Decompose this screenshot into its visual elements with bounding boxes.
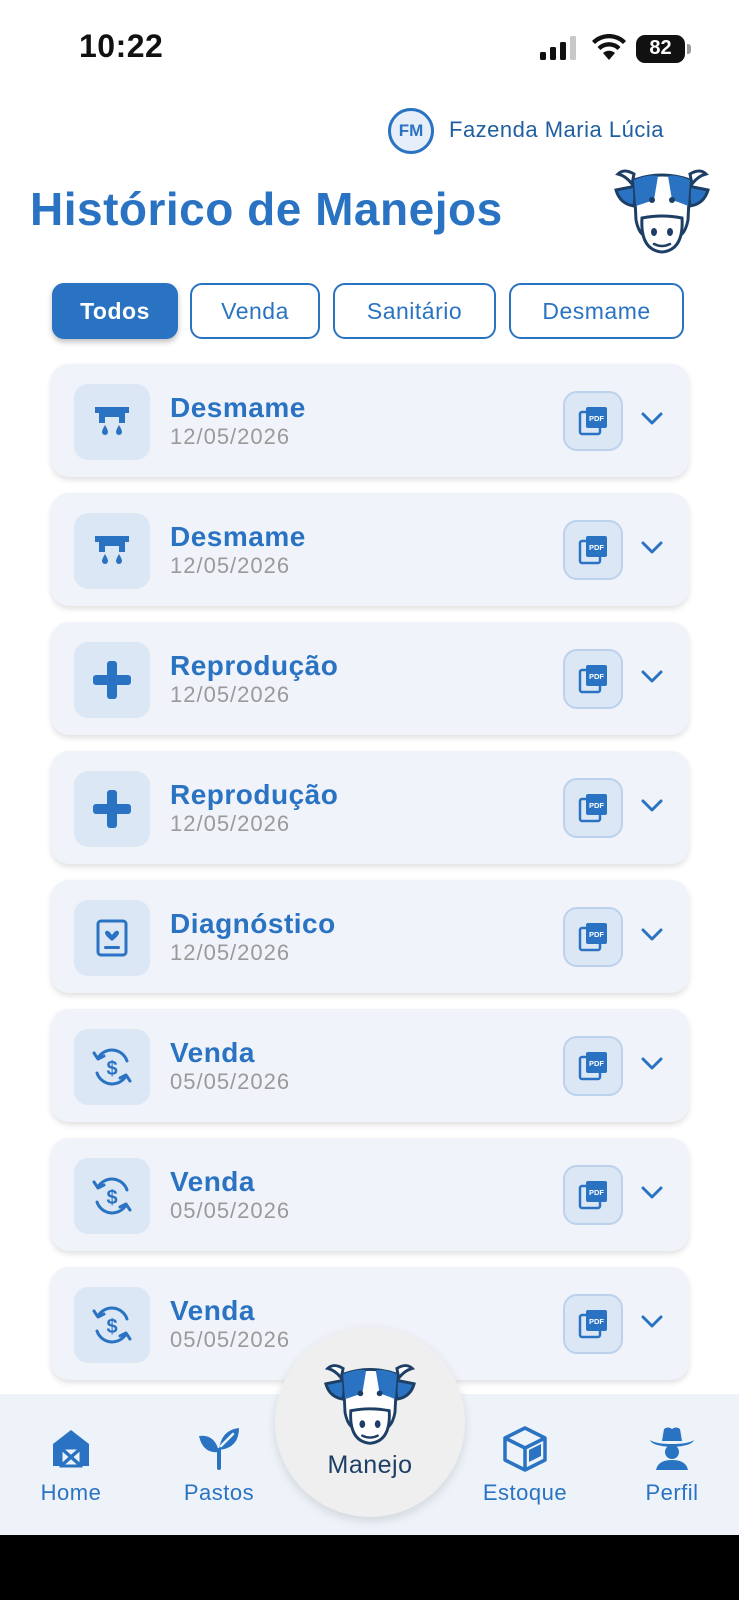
record-card[interactable]: Desmame 12/05/2026 PDF <box>51 493 689 606</box>
pdf-icon: PDF <box>578 407 607 436</box>
expand-chevron-icon[interactable] <box>637 533 667 563</box>
svg-text:$: $ <box>106 1058 117 1080</box>
nav-label-manejo: Manejo <box>327 1451 413 1479</box>
cow-head-icon <box>324 1364 416 1445</box>
expand-chevron-icon[interactable] <box>637 1178 667 1208</box>
nav-item-perfil[interactable]: Perfil <box>612 1424 732 1506</box>
record-date: 12/05/2026 <box>170 424 291 449</box>
pdf-icon: PDF <box>578 1052 607 1081</box>
record-date: 05/05/2026 <box>170 1198 291 1223</box>
record-type: Venda <box>170 1295 255 1326</box>
money-cycle-icon: $ <box>92 1306 132 1344</box>
record-card[interactable]: Reprodução 12/05/2026 PDF <box>51 751 689 864</box>
nav-item-home[interactable]: Home <box>11 1424 131 1506</box>
expand-chevron-icon[interactable] <box>637 662 667 692</box>
battery-indicator: 82 <box>636 35 691 63</box>
expand-chevron-icon[interactable] <box>637 920 667 950</box>
sprout-icon <box>199 1428 239 1470</box>
pdf-icon: PDF <box>578 1310 607 1339</box>
expand-chevron-icon[interactable] <box>637 791 667 821</box>
pdf-export-button[interactable]: PDF <box>563 1036 623 1096</box>
manejo-fab-button[interactable]: Manejo <box>275 1327 465 1517</box>
pdf-icon: PDF <box>578 923 607 952</box>
record-card[interactable]: $ Venda 05/05/2026 PDF <box>51 1138 689 1251</box>
record-type: Desmame <box>170 392 306 423</box>
filter-chip-sanitario[interactable]: Sanitário <box>333 283 496 339</box>
cowboy-profile-icon <box>650 1427 694 1470</box>
pdf-export-button[interactable]: PDF <box>563 649 623 709</box>
udder-drops-icon <box>95 407 129 435</box>
battery-level: 82 <box>649 37 672 59</box>
nav-label-estoque: Estoque <box>482 1480 568 1505</box>
svg-text:PDF: PDF <box>589 801 604 810</box>
nav-label-perfil: Perfil <box>645 1480 699 1505</box>
cellular-signal-icon <box>540 36 576 60</box>
money-cycle-icon: $ <box>92 1177 132 1215</box>
record-date: 12/05/2026 <box>170 553 291 578</box>
record-type: Diagnóstico <box>170 908 336 939</box>
plus-icon <box>93 661 131 699</box>
page-title: Histórico de Manejos <box>30 183 503 235</box>
farm-initials: FM <box>398 121 424 140</box>
svg-text:PDF: PDF <box>589 672 604 681</box>
record-type: Venda <box>170 1037 255 1068</box>
svg-text:PDF: PDF <box>589 414 604 423</box>
udder-drops-icon <box>95 536 129 564</box>
svg-text:PDF: PDF <box>589 543 604 552</box>
record-date: 12/05/2026 <box>170 682 291 707</box>
svg-text:PDF: PDF <box>589 1059 604 1068</box>
record-card[interactable]: Reprodução 12/05/2026 PDF <box>51 622 689 735</box>
svg-text:PDF: PDF <box>589 1188 604 1197</box>
box-icon <box>503 1426 547 1472</box>
pdf-export-button[interactable]: PDF <box>563 907 623 967</box>
expand-chevron-icon[interactable] <box>637 404 667 434</box>
wifi-icon <box>592 34 626 60</box>
pdf-export-button[interactable]: PDF <box>563 778 623 838</box>
expand-chevron-icon[interactable] <box>637 1307 667 1337</box>
record-type: Venda <box>170 1166 255 1197</box>
pdf-export-button[interactable]: PDF <box>563 1294 623 1354</box>
record-date: 12/05/2026 <box>170 940 291 965</box>
record-card[interactable]: $ Venda 05/05/2026 PDF <box>51 1009 689 1122</box>
record-card[interactable]: Diagnóstico 12/05/2026 PDF <box>51 880 689 993</box>
farm-avatar[interactable]: FM <box>388 108 434 154</box>
record-date: 05/05/2026 <box>170 1069 291 1094</box>
filter-chip-desmame[interactable]: Desmame <box>509 283 684 339</box>
svg-text:$: $ <box>106 1316 117 1338</box>
record-type: Desmame <box>170 521 306 552</box>
record-type: Reprodução <box>170 650 339 681</box>
record-date: 12/05/2026 <box>170 811 291 836</box>
svg-text:$: $ <box>106 1187 117 1209</box>
record-type: Reprodução <box>170 779 339 810</box>
filter-chip-todos[interactable]: Todos <box>52 283 178 339</box>
nav-item-pastos[interactable]: Pastos <box>159 1424 279 1506</box>
pdf-export-button[interactable]: PDF <box>563 520 623 580</box>
record-date: 05/05/2026 <box>170 1327 291 1352</box>
heart-report-icon <box>96 919 128 957</box>
barn-icon <box>53 1430 89 1468</box>
money-cycle-icon: $ <box>92 1048 132 1086</box>
pdf-icon: PDF <box>578 1181 607 1210</box>
filter-chip-venda[interactable]: Venda <box>190 283 320 339</box>
pdf-export-button[interactable]: PDF <box>563 391 623 451</box>
plus-icon <box>93 790 131 828</box>
pdf-export-button[interactable]: PDF <box>563 1165 623 1225</box>
svg-text:PDF: PDF <box>589 930 604 939</box>
cow-logo-icon <box>614 169 710 254</box>
pdf-icon: PDF <box>578 665 607 694</box>
record-card[interactable]: Desmame 12/05/2026 PDF <box>51 364 689 477</box>
nav-label-home: Home <box>40 1480 102 1505</box>
nav-item-estoque[interactable]: Estoque <box>465 1424 585 1506</box>
pdf-icon: PDF <box>578 536 607 565</box>
farm-name[interactable]: Fazenda Maria Lúcia <box>449 117 664 143</box>
status-bar: 10:22 82 <box>0 0 739 96</box>
status-time: 10:22 <box>79 28 164 64</box>
svg-text:PDF: PDF <box>589 1317 604 1326</box>
expand-chevron-icon[interactable] <box>637 1049 667 1079</box>
screen: 10:22 82 FM Fazenda Maria Lúcia Históric… <box>0 0 739 1535</box>
pdf-icon: PDF <box>578 794 607 823</box>
nav-label-pastos: Pastos <box>183 1480 255 1505</box>
